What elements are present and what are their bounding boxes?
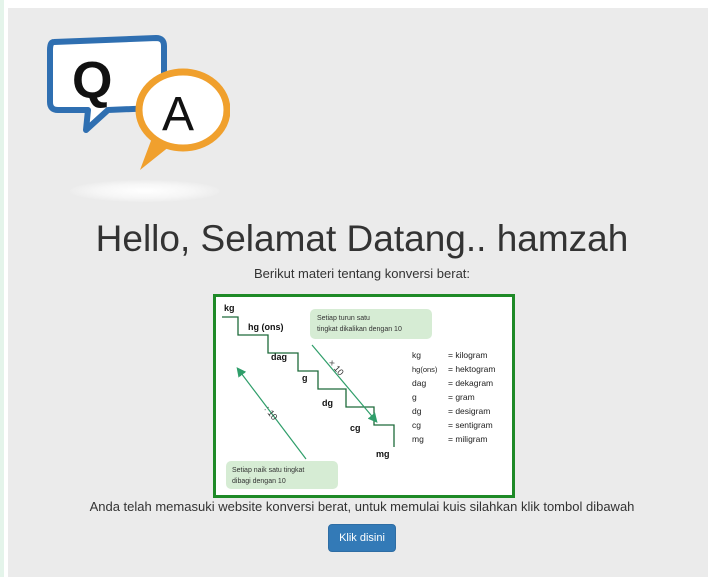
start-quiz-button[interactable]: Klik disini bbox=[328, 524, 396, 552]
legend-kg-name: = kilogram bbox=[448, 350, 487, 360]
down-note-box bbox=[310, 309, 432, 339]
step-hg: hg (ons) bbox=[248, 322, 284, 332]
weight-conversion-diagram: kg hg (ons) dag g dg cg mg Setiap turun … bbox=[213, 294, 515, 498]
down-note-line1: Setiap turun satu bbox=[317, 315, 370, 322]
up-note-line1: Setiap naik satu tingkat bbox=[232, 467, 304, 474]
q-letter: Q bbox=[72, 52, 112, 110]
legend-mg-name: = miligram bbox=[448, 434, 487, 444]
up-note-line2: dibagi dengan 10 bbox=[232, 478, 286, 485]
legend-cg-name: = sentigram bbox=[448, 420, 493, 430]
legend-g-abbr: g bbox=[412, 392, 417, 402]
down-arrow-label: × 10 bbox=[327, 358, 346, 378]
logo-shadow bbox=[70, 180, 220, 202]
a-letter: A bbox=[162, 88, 194, 141]
legend-dg-name: = desigram bbox=[448, 406, 490, 416]
legend-dg-abbr: dg bbox=[412, 406, 422, 416]
down-arrow bbox=[311, 344, 378, 423]
description-text: Anda telah memasuki website konversi ber… bbox=[89, 499, 635, 514]
step-g: g bbox=[302, 373, 308, 383]
legend-dag-name: = dekagram bbox=[448, 378, 493, 388]
greeting-heading: Hello, Selamat Datang.. hamzah bbox=[95, 218, 629, 259]
step-cg: cg bbox=[350, 423, 361, 433]
step-dg: dg bbox=[322, 398, 333, 408]
legend-hg-abbr: hg(ons) bbox=[412, 365, 438, 374]
legend-hg-name: = hektogram bbox=[448, 364, 496, 374]
up-arrow-label: : 10 bbox=[262, 404, 279, 422]
step-mg: mg bbox=[376, 449, 390, 459]
step-kg: kg bbox=[224, 303, 235, 313]
legend-mg-abbr: mg bbox=[412, 434, 424, 444]
left-edge bbox=[0, 0, 4, 577]
intro-text: Berikut materi tentang konversi berat: bbox=[253, 266, 471, 281]
down-note-line2: tingkat dikalikan dengan 10 bbox=[317, 326, 402, 333]
legend-cg-abbr: cg bbox=[412, 420, 421, 430]
legend-dag-abbr: dag bbox=[412, 378, 426, 388]
legend-g-name: = gram bbox=[448, 392, 475, 402]
legend-kg-abbr: kg bbox=[412, 350, 421, 360]
step-dag: dag bbox=[271, 352, 287, 362]
